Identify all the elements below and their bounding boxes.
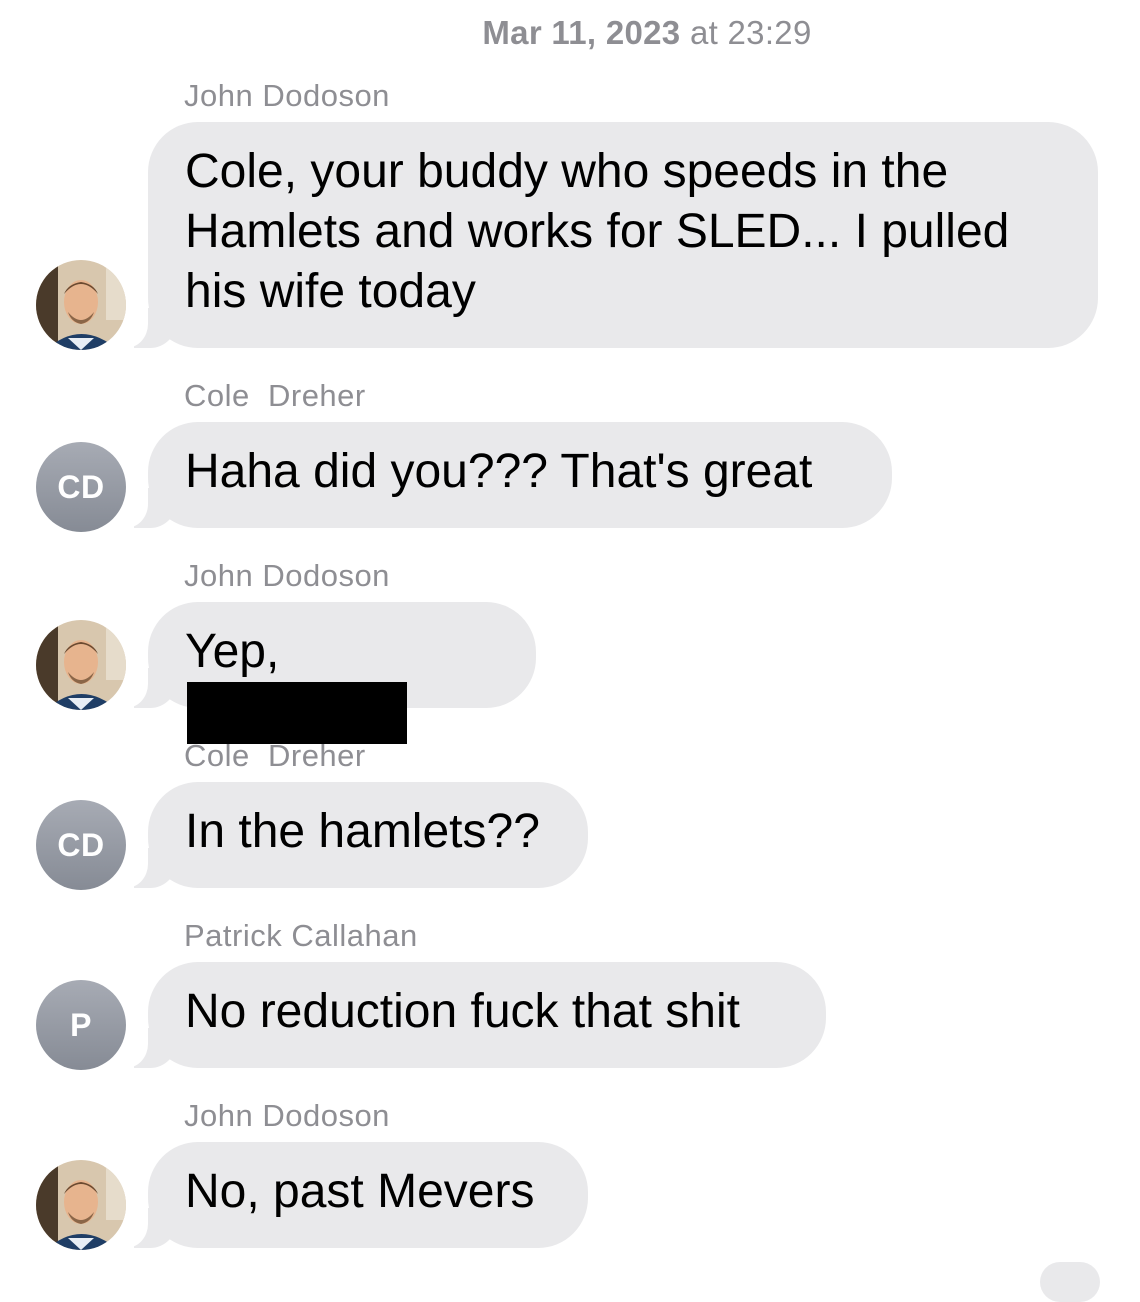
timestamp-date: Mar 11, 2023 (482, 14, 681, 51)
john-dodoson-photo-icon[interactable] (36, 620, 126, 710)
message-bubble[interactable]: Yep, (120, 602, 536, 744)
next-message-bubble-partial (1040, 1262, 1100, 1302)
bubble-tail (120, 668, 178, 708)
bubble-tail (120, 488, 178, 528)
john-dodoson-photo-icon[interactable] (36, 1160, 126, 1250)
avatar[interactable]: P (36, 980, 126, 1070)
message-sender-name: John Dodoson (184, 558, 390, 593)
message-text: In the hamlets?? (185, 805, 540, 858)
message-sender-name: John Dodoson (184, 78, 390, 113)
message-bubble[interactable]: Cole, your buddy who speeds in the Hamle… (120, 122, 1098, 348)
message-text: Yep, (185, 622, 498, 749)
bubble-tail (120, 848, 178, 888)
message-text-visible: Yep, (185, 625, 280, 678)
message-text: No, past Mevers (185, 1165, 535, 1218)
bubble-tail (120, 1208, 178, 1248)
avatar[interactable]: CD (36, 800, 126, 890)
bubble-tail (120, 1028, 178, 1068)
message-bubble[interactable]: No reduction fuck that shit (120, 962, 826, 1068)
message-sender-name: John Dodoson (184, 1098, 390, 1133)
message-bubble[interactable]: In the hamlets?? (120, 782, 588, 888)
timestamp-time: at 23:29 (689, 14, 812, 51)
message-text: Haha did you??? That's great (185, 445, 813, 498)
message-sender-name: Cole Dreher (184, 378, 366, 413)
avatar[interactable]: CD (36, 442, 126, 532)
message-bubble[interactable]: Haha did you??? That's great (120, 422, 892, 528)
message-sender-name: Patrick Callahan (184, 918, 418, 953)
message-bubble[interactable]: No, past Mevers (120, 1142, 588, 1248)
john-dodoson-photo-icon[interactable] (36, 260, 126, 350)
message-text: Cole, your buddy who speeds in the Hamle… (185, 145, 1010, 318)
bubble-tail (120, 308, 178, 348)
conversation-timestamp: Mar 11, 2023 at 23:29 (154, 14, 1140, 52)
redaction-block (187, 682, 407, 744)
message-text: No reduction fuck that shit (185, 985, 740, 1038)
